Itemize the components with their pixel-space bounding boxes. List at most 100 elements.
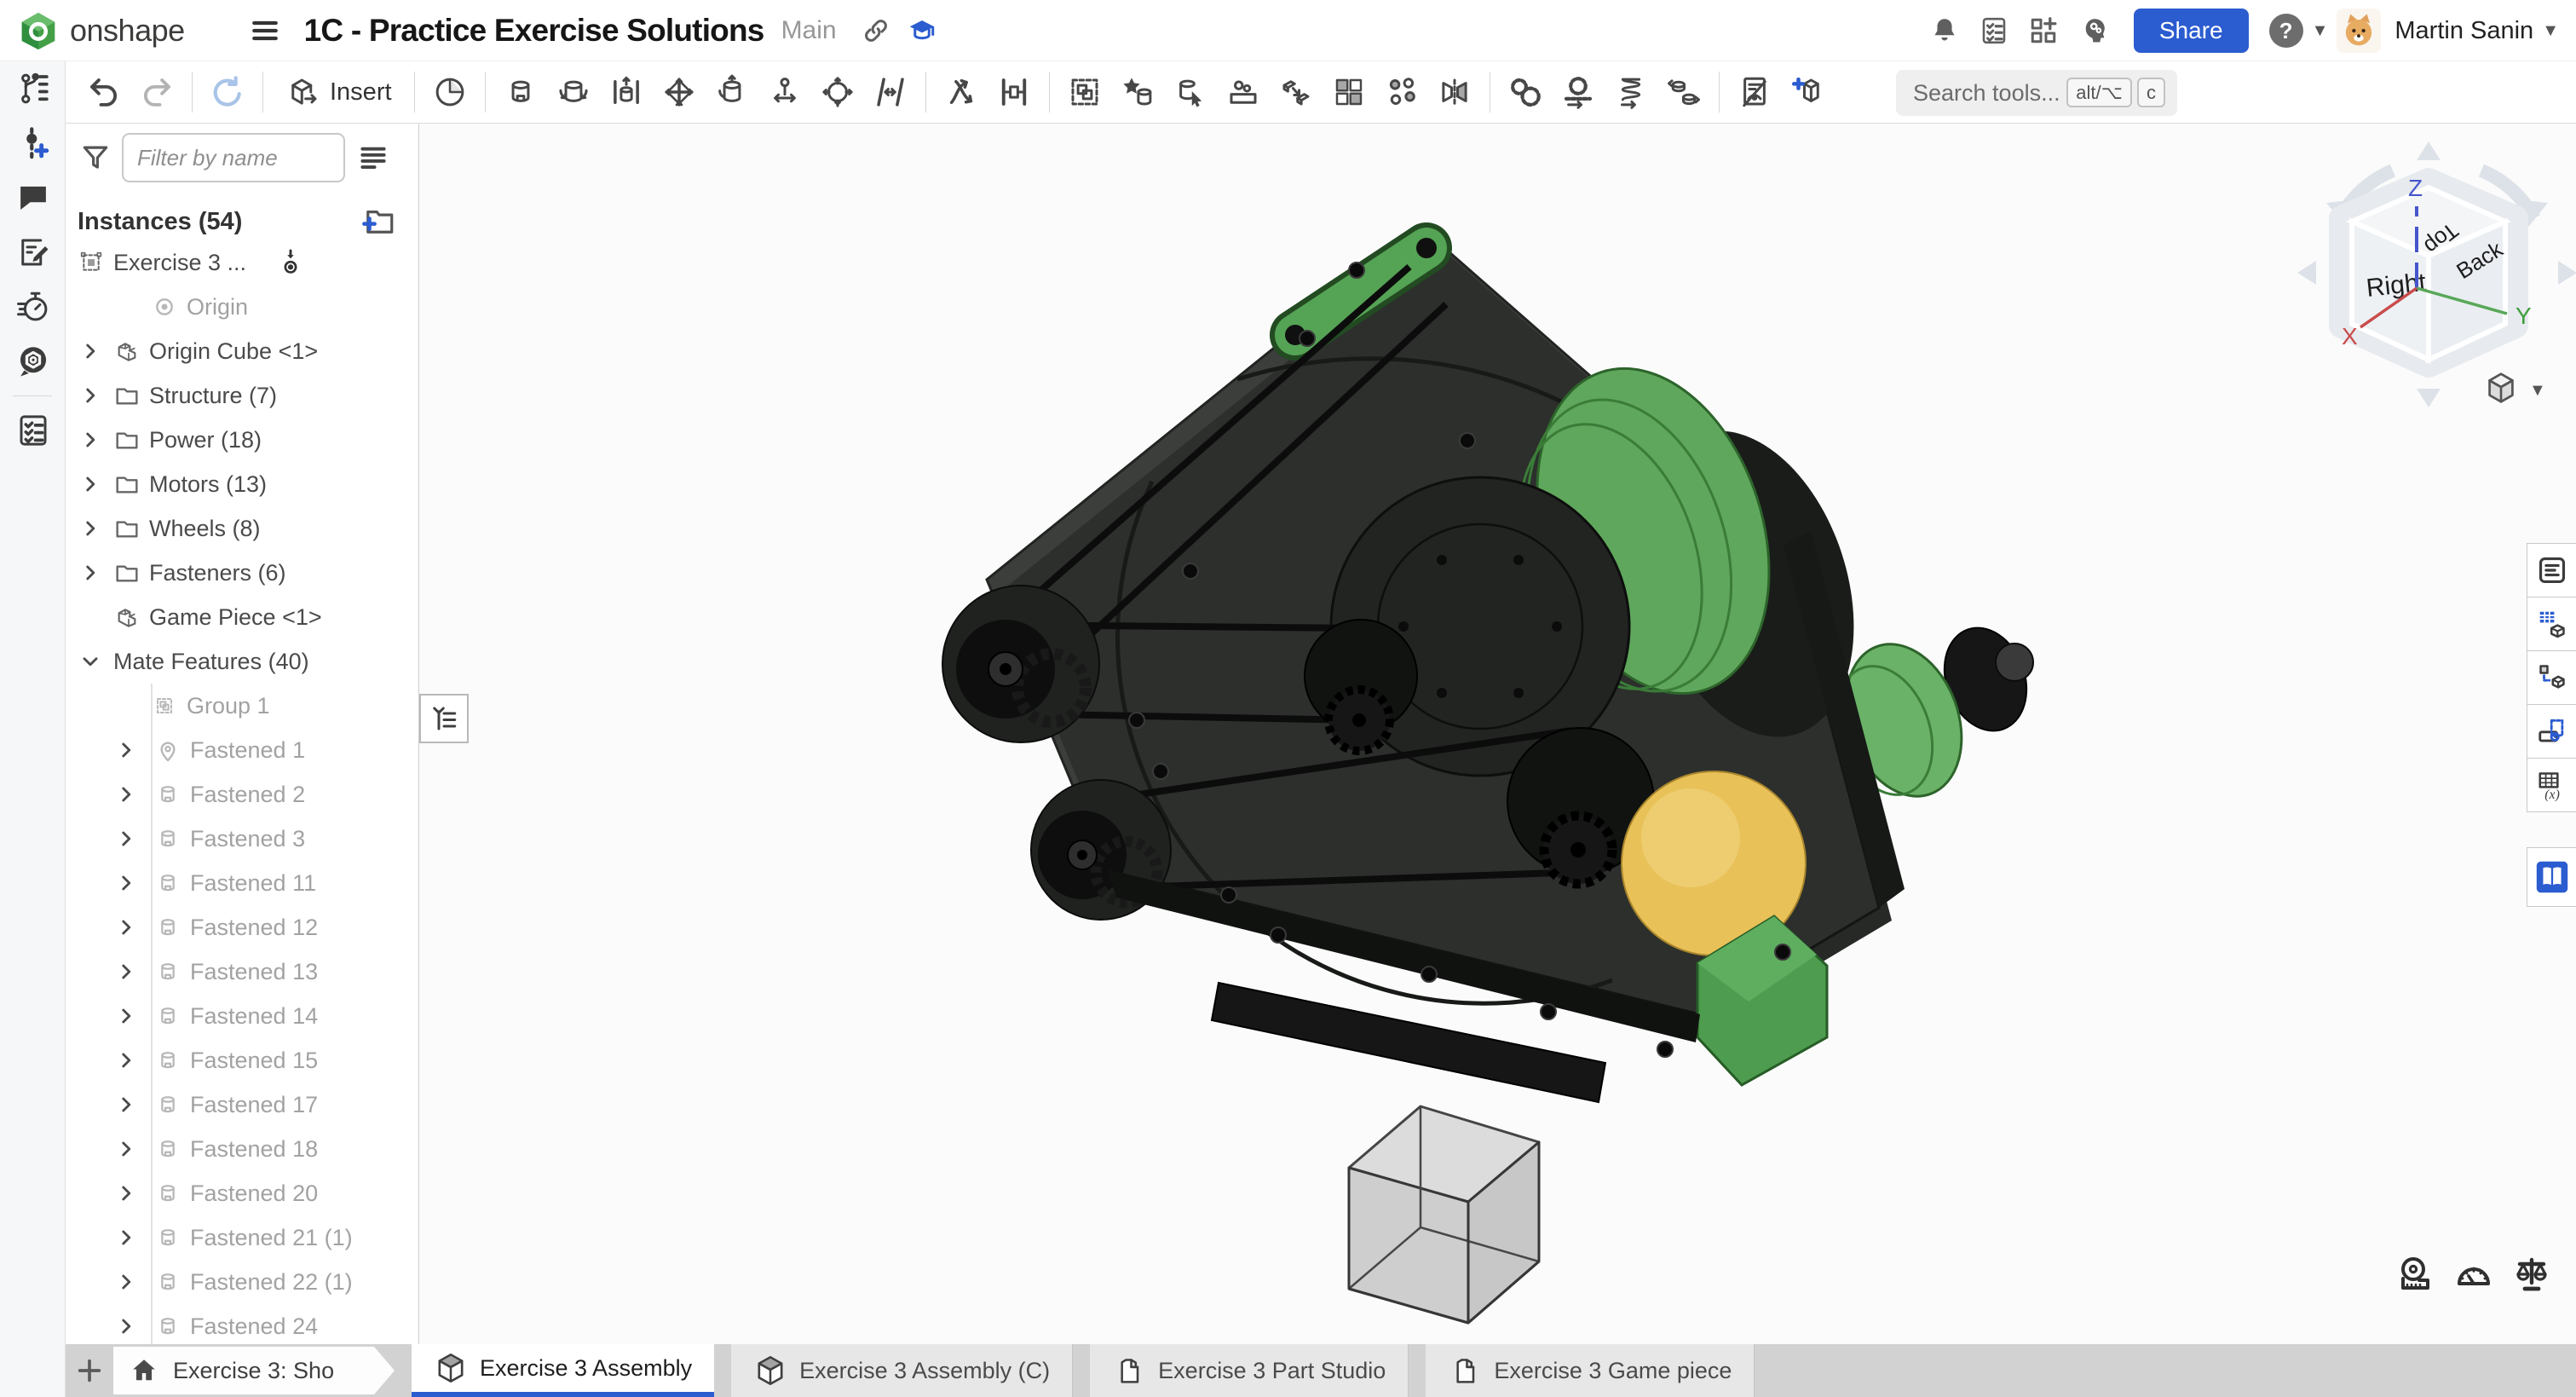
mass-properties-button[interactable] xyxy=(2511,1254,2552,1295)
link-icon[interactable] xyxy=(856,10,896,51)
origin-cube-model[interactable] xyxy=(1349,1106,1539,1323)
help-chevron-icon[interactable]: ▼ xyxy=(2312,21,2329,41)
tab-exercise-3-assembly-c[interactable]: Exercise 3 Assembly (C) xyxy=(731,1344,1073,1397)
belt-relation-button[interactable] xyxy=(1657,65,1710,119)
tree-item-fastened-12[interactable]: Fastened 12 xyxy=(66,905,418,950)
view-mode-selector[interactable]: ▼ xyxy=(2481,369,2546,413)
chevron-right-icon[interactable] xyxy=(115,828,137,850)
apps-add-icon[interactable] xyxy=(2023,10,2064,51)
ai-advisor-icon[interactable] xyxy=(2072,10,2113,51)
tab-exercise-3-assembly[interactable]: Exercise 3 Assembly xyxy=(412,1344,714,1397)
gear-relation-button[interactable] xyxy=(1499,65,1552,119)
tab-exercise-3-part-studio[interactable]: Exercise 3 Part Studio xyxy=(1090,1344,1409,1397)
tree-item-origin[interactable]: Origin xyxy=(66,285,418,329)
tree-item-structure-7[interactable]: Structure (7) xyxy=(66,373,418,418)
feedback-button[interactable] xyxy=(0,334,66,389)
add-folder-icon[interactable] xyxy=(360,204,396,240)
share-button[interactable]: Share xyxy=(2134,9,2249,53)
tree-item-fastened-14[interactable]: Fastened 14 xyxy=(66,994,418,1038)
chevron-right-icon[interactable] xyxy=(115,916,137,938)
tree-item-power-18[interactable]: Power (18) xyxy=(66,418,418,462)
history-add-button[interactable] xyxy=(0,116,66,170)
tree-item-wheels-8[interactable]: Wheels (8) xyxy=(66,506,418,551)
chevron-right-icon[interactable] xyxy=(79,517,101,540)
linear-pattern-button[interactable] xyxy=(1323,65,1375,119)
rotate-button[interactable] xyxy=(201,65,254,119)
document-title[interactable]: 1C - Practice Exercise Solutions xyxy=(304,13,764,49)
mate-relation-button[interactable] xyxy=(935,65,988,119)
planar-mate-button[interactable] xyxy=(653,65,706,119)
comments-button[interactable] xyxy=(0,170,66,225)
checklist-button[interactable] xyxy=(0,403,66,458)
filter-icon[interactable] xyxy=(79,141,112,174)
cylindrical-mate-button[interactable] xyxy=(706,65,758,119)
chevron-right-icon[interactable] xyxy=(115,961,137,983)
undo-button[interactable] xyxy=(78,65,130,119)
chevron-right-icon[interactable] xyxy=(79,384,101,407)
slider-mate-button[interactable] xyxy=(600,65,653,119)
chevron-right-icon[interactable] xyxy=(115,1049,137,1071)
chevron-right-icon[interactable] xyxy=(115,783,137,805)
notes-button[interactable] xyxy=(0,225,66,280)
chevron-right-icon[interactable] xyxy=(115,739,137,761)
tree-item-fastened-24[interactable]: Fastened 24 xyxy=(66,1304,418,1344)
tree-item-fastened-1[interactable]: Fastened 1 xyxy=(66,728,418,772)
collapse-panel-button[interactable] xyxy=(419,694,469,743)
rack-pinion-relation-button[interactable] xyxy=(1552,65,1605,119)
chevron-right-icon[interactable] xyxy=(115,1227,137,1249)
tree-item-fastened-20[interactable]: Fastened 20 xyxy=(66,1171,418,1215)
chevron-right-icon[interactable] xyxy=(79,562,101,584)
group-parts-button[interactable] xyxy=(1058,65,1111,119)
feature-list-panel-button[interactable] xyxy=(2527,543,2576,597)
hidden-items-button[interactable] xyxy=(1728,65,1781,119)
tree-item-game-piece-1[interactable]: Game Piece <1> xyxy=(66,595,418,639)
tree-item-fasteners-6[interactable]: Fasteners (6) xyxy=(66,551,418,595)
tree-item-fastened-22-1[interactable]: Fastened 22 (1) xyxy=(66,1260,418,1304)
tree-item-fastened-2[interactable]: Fastened 2 xyxy=(66,772,418,817)
named-positions-button[interactable] xyxy=(1111,65,1164,119)
chevron-right-icon[interactable] xyxy=(115,1094,137,1116)
create-item-button[interactable] xyxy=(1781,65,1834,119)
tree-item-exercise-3[interactable]: Exercise 3 ... xyxy=(66,240,418,285)
versions-button[interactable] xyxy=(0,61,66,116)
chevron-right-icon[interactable] xyxy=(115,1315,137,1337)
tape-measure-button[interactable] xyxy=(2395,1254,2436,1295)
assembly-model[interactable] xyxy=(942,228,2040,1102)
protractor-button[interactable] xyxy=(2453,1254,2494,1295)
move-part-button[interactable] xyxy=(1217,65,1270,119)
tree-item-mate-features-40[interactable]: Mate Features (40) xyxy=(66,639,418,684)
named-positions-dock-panel-button[interactable] xyxy=(2527,704,2576,759)
tree-item-fastened-11[interactable]: Fastened 11 xyxy=(66,861,418,905)
tree-item-fastened-17[interactable]: Fastened 17 xyxy=(66,1082,418,1127)
chevron-right-icon[interactable] xyxy=(79,473,101,495)
user-name[interactable]: Martin Sanin xyxy=(2394,17,2533,45)
redo-button[interactable] xyxy=(130,65,183,119)
learning-center-icon[interactable] xyxy=(902,10,942,51)
branch-label[interactable]: Main xyxy=(781,16,837,45)
mate-limits-button[interactable] xyxy=(988,65,1040,119)
user-chevron-icon[interactable]: ▼ xyxy=(2542,21,2559,41)
chevron-down-icon[interactable] xyxy=(79,650,101,673)
tangent-mate-button[interactable] xyxy=(864,65,917,119)
variables-panel-button[interactable]: (x) xyxy=(2527,758,2576,812)
tree-item-origin-cube-1[interactable]: Origin Cube <1> xyxy=(66,329,418,373)
tree-item-fastened-18[interactable]: Fastened 18 xyxy=(66,1127,418,1171)
screw-relation-button[interactable] xyxy=(1605,65,1657,119)
tree-item-fastened-13[interactable]: Fastened 13 xyxy=(66,950,418,994)
fastened-mate-button[interactable] xyxy=(494,65,547,119)
tree-item-group-1[interactable]: Group 1 xyxy=(66,684,418,728)
filter-input[interactable] xyxy=(122,133,345,182)
task-list-icon[interactable] xyxy=(1974,10,2014,51)
chevron-right-icon[interactable] xyxy=(115,1182,137,1204)
avatar[interactable] xyxy=(2337,9,2381,53)
ball-mate-button[interactable] xyxy=(811,65,864,119)
pin-slot-mate-button[interactable] xyxy=(758,65,811,119)
circular-pattern-button[interactable] xyxy=(1375,65,1428,119)
tree-item-motors-13[interactable]: Motors (13) xyxy=(66,462,418,506)
onshape-logo[interactable]: onshape xyxy=(19,11,185,50)
list-view-icon[interactable] xyxy=(357,141,389,174)
revolute-mate-button[interactable] xyxy=(547,65,600,119)
chevron-right-icon[interactable] xyxy=(79,340,101,362)
tree-item-fastened-15[interactable]: Fastened 15 xyxy=(66,1038,418,1082)
exploded-view-button[interactable] xyxy=(1270,65,1323,119)
